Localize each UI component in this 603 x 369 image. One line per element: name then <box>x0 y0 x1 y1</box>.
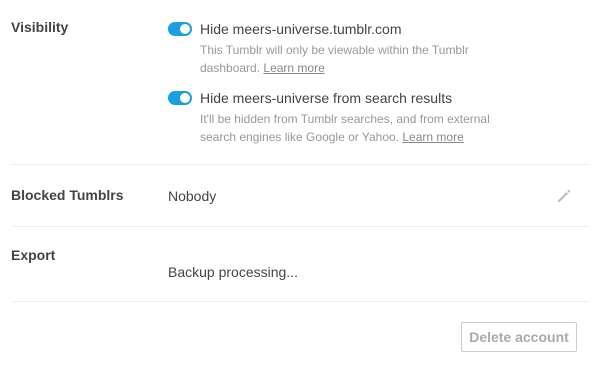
export-status: Backup processing... <box>168 264 298 280</box>
hide-blog-toggle[interactable] <box>168 22 192 36</box>
hide-blog-label[interactable]: Hide meers-universe.tumblr.com <box>200 21 402 37</box>
divider <box>12 164 589 165</box>
hide-search-help: It'll be hidden from Tumblr searches, an… <box>200 110 530 146</box>
hide-search-help-line1: It'll be hidden from Tumblr searches, an… <box>200 112 490 126</box>
hide-search-learn-more-link[interactable]: Learn more <box>402 130 463 144</box>
section-label-export: Export <box>11 247 56 263</box>
pencil-icon[interactable] <box>555 187 573 205</box>
toggle-knob <box>180 93 190 103</box>
hide-search-label[interactable]: Hide meers-universe from search results <box>200 90 452 106</box>
hide-search-toggle[interactable] <box>168 91 192 105</box>
hide-blog-help-text: This Tumblr will only be viewable within… <box>200 43 469 75</box>
hide-search-row: Hide meers-universe from search results <box>168 90 452 106</box>
section-label-visibility: Visibility <box>11 19 69 35</box>
hide-search-help-line2: search engines like Google or Yahoo. Lea… <box>200 128 530 146</box>
delete-account-button[interactable]: Delete account <box>461 322 577 352</box>
hide-blog-learn-more-link[interactable]: Learn more <box>263 61 324 75</box>
divider <box>12 226 589 227</box>
blocked-value: Nobody <box>168 188 217 204</box>
hide-search-help-line2-text: search engines like Google or Yahoo. <box>200 130 400 144</box>
divider <box>12 301 589 302</box>
section-label-blocked: Blocked Tumblrs <box>11 187 124 203</box>
hide-blog-help: This Tumblr will only be viewable within… <box>200 41 520 77</box>
hide-blog-row: Hide meers-universe.tumblr.com <box>168 21 402 37</box>
toggle-knob <box>180 24 190 34</box>
